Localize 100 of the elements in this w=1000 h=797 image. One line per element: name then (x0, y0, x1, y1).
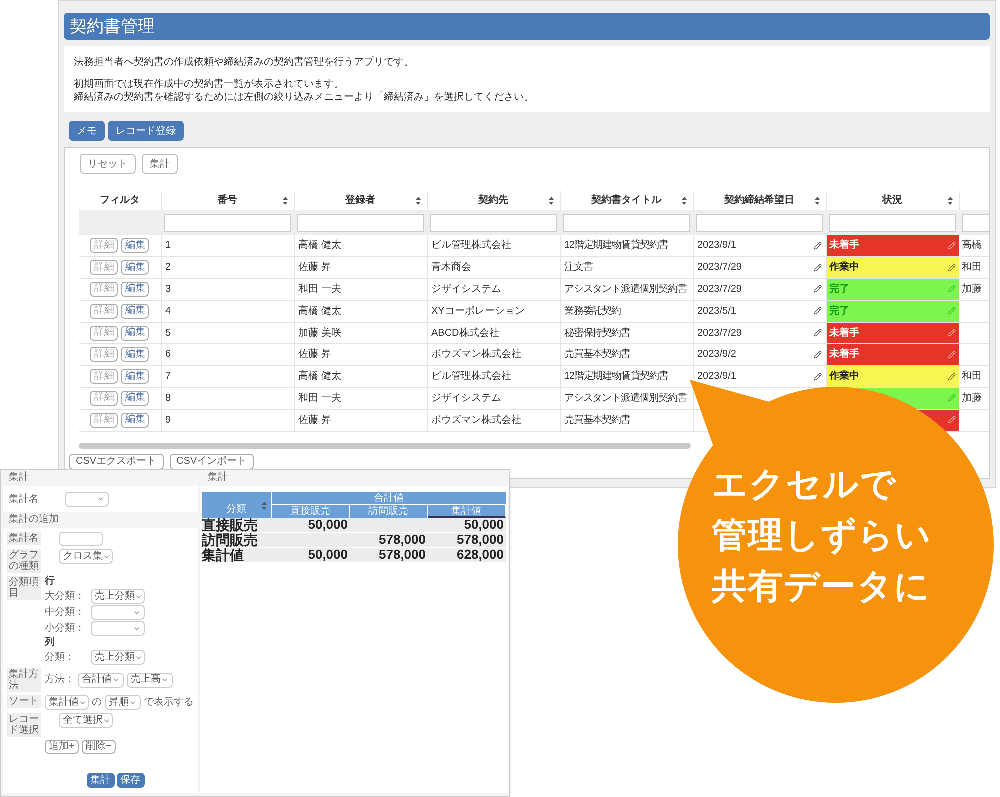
sort-icon[interactable] (548, 197, 554, 205)
table-cell: ABCD株式会社 (432, 328, 500, 339)
row-button[interactable]: 削除− (82, 740, 116, 754)
bubble-text: 共有データに (712, 566, 931, 608)
form-label: 集計名 (9, 492, 40, 506)
table-cell: ビル管理株式会社 (432, 371, 512, 382)
table-cell: 和田 一夫 (298, 392, 342, 404)
table-cell-text: 2023/5/1 (698, 304, 736, 319)
detail-button[interactable]: 詳細 (90, 390, 118, 406)
chevron-down-icon (161, 676, 169, 684)
primary-button[interactable]: メモ (69, 121, 105, 141)
form-label: グラフの種類 (7, 549, 41, 573)
sort-icon[interactable] (814, 197, 820, 205)
table-cell: 加藤 (962, 392, 982, 404)
row-button[interactable]: 追加+ (45, 740, 79, 754)
table-cell: 高橋 健太 (298, 306, 342, 317)
detail-button[interactable]: 詳細 (90, 412, 118, 428)
edit-button[interactable]: 編集 (121, 369, 150, 384)
dropdown[interactable]: クロス集 (59, 549, 113, 564)
detail-button[interactable]: 詳細 (90, 238, 118, 254)
sort-icon[interactable] (282, 197, 288, 205)
table-cell-text: 2023/9/2 (698, 348, 736, 362)
pivot-column-header[interactable]: 直接販売 (272, 505, 350, 518)
pencil-icon[interactable] (814, 329, 822, 338)
table-cell: 高橋 (962, 240, 982, 252)
sort-word: で表示する (144, 696, 194, 708)
table-cell: 青木商会 (432, 262, 472, 274)
detail-button[interactable]: 詳細 (90, 369, 118, 384)
detail-button[interactable]: 詳細 (90, 347, 118, 362)
sort-word: の (92, 696, 102, 708)
pivot-group-header[interactable]: 合計値 (272, 492, 506, 505)
dropdown[interactable]: 全て選択 (59, 713, 113, 728)
edit-button[interactable]: 編集 (121, 347, 150, 362)
pencil-icon[interactable] (814, 242, 822, 250)
dropdown[interactable]: 昇順 (105, 695, 141, 710)
primary-button[interactable]: 保存 (116, 773, 144, 788)
pencil-icon[interactable] (948, 372, 956, 381)
table-cell: 7 (166, 371, 172, 382)
pivot-column-header[interactable]: 訪問販売 (350, 505, 428, 518)
sort-icon[interactable] (682, 197, 686, 205)
table-cell: 和田 一夫 (298, 284, 342, 295)
chevron-down-icon (112, 676, 120, 684)
table-cell: 8 (166, 392, 172, 404)
pencil-icon[interactable] (814, 350, 822, 359)
edit-button[interactable]: 編集 (121, 260, 150, 276)
pencil-icon[interactable] (814, 264, 822, 272)
pencil-icon[interactable] (814, 372, 822, 381)
table-cell: ジザイシステム (432, 392, 502, 404)
form-label: 集計方法 (7, 668, 41, 692)
edit-button[interactable]: 編集 (121, 326, 150, 341)
primary-button[interactable]: 集計 (86, 773, 114, 788)
panel-title: 集計 (207, 470, 229, 485)
edit-button[interactable]: 編集 (121, 238, 150, 254)
edit-button[interactable]: 編集 (121, 412, 150, 428)
sort-icon[interactable] (948, 197, 952, 205)
table-cell: アシスタント派遣個別契約書 (564, 284, 687, 295)
table-cell-text: 2023/9/1 (698, 239, 736, 254)
csv-button[interactable]: CSVエクスポート (69, 454, 164, 470)
description-text: 法務担当者へ契約書の作成依頼や締結済みの契約書管理を行うアプリです。 (74, 56, 415, 69)
pencil-icon[interactable] (814, 307, 822, 316)
detail-button[interactable]: 詳細 (90, 282, 118, 297)
table-cell: 1 (166, 240, 172, 252)
toolbar-button[interactable]: リセット (80, 154, 136, 174)
table-cell: 高橋 健太 (298, 240, 342, 252)
detail-button[interactable]: 詳細 (90, 326, 118, 341)
status-label: 未着手 (830, 238, 860, 254)
table-cell: 佐藤 昇 (298, 414, 332, 426)
field-label: 分類： (45, 652, 76, 664)
pencil-icon[interactable] (948, 264, 956, 272)
dropdown[interactable] (65, 492, 109, 506)
dropdown[interactable]: 売上分類 (91, 650, 145, 665)
toolbar-button[interactable]: 集計 (142, 154, 178, 174)
dropdown[interactable]: 集計値 (45, 695, 89, 710)
table-cell: 6 (166, 349, 172, 360)
pivot-row-header[interactable]: 分類 (202, 492, 272, 518)
horizontal-scrollbar[interactable] (79, 442, 691, 449)
pivot-row-label: 直接販売 (202, 518, 272, 533)
table-cell: 売買基本契約書 (564, 349, 630, 360)
detail-button[interactable]: 詳細 (90, 260, 118, 276)
edit-button[interactable]: 編集 (121, 390, 150, 406)
sort-icon[interactable] (416, 197, 420, 205)
dropdown[interactable]: 売上分類 (91, 589, 145, 604)
csv-button[interactable]: CSVインポート (170, 454, 254, 470)
pencil-icon[interactable] (814, 285, 822, 294)
text-field[interactable] (59, 532, 103, 546)
dropdown[interactable] (91, 605, 145, 620)
table-cell: ボウズマン株式会社 (432, 414, 522, 426)
edit-button[interactable]: 編集 (121, 304, 150, 319)
edit-button[interactable]: 編集 (121, 282, 150, 297)
table-cell: 秘密保持契約書 (564, 328, 630, 339)
table-cell: 高橋 健太 (298, 371, 342, 382)
dropdown[interactable]: 売上高 (127, 672, 173, 688)
pivot-column-header[interactable]: 集計値 (428, 505, 506, 518)
table-cell: 売買基本契約書 (564, 414, 630, 426)
detail-button[interactable]: 詳細 (90, 304, 118, 319)
dropdown[interactable] (91, 621, 145, 636)
table-cell-text: 2023/7/29 (698, 282, 742, 297)
dropdown[interactable]: 合計値 (78, 672, 124, 688)
primary-button[interactable]: レコード登録 (108, 121, 184, 141)
status-label: 作業中 (830, 370, 860, 384)
